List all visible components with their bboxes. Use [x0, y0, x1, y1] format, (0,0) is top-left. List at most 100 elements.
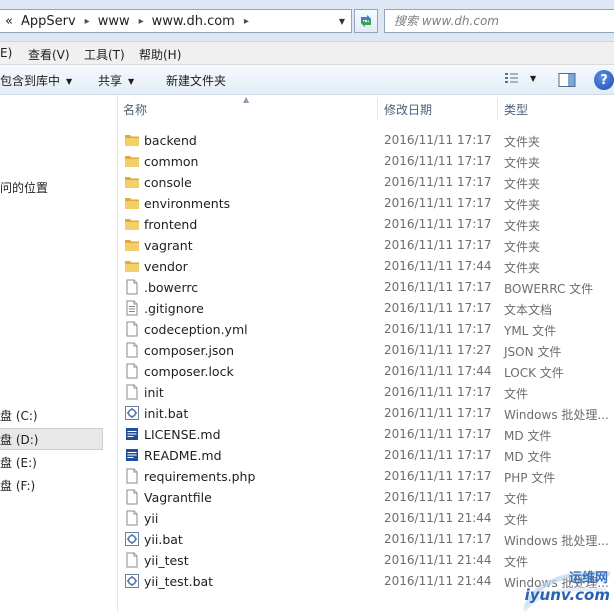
navigation-pane: 问的位置 盘 (C:) 盘 (D:) 盘 (E:) 盘 (F:) [0, 95, 118, 612]
markdown-file-icon [124, 447, 140, 463]
crumb-www[interactable]: www [98, 14, 130, 29]
file-modified-date: 2016/11/11 17:17 [384, 196, 492, 210]
file-modified-date: 2016/11/11 17:17 [384, 385, 492, 399]
include-in-library-label: 包含到库中 [0, 74, 61, 88]
refresh-button[interactable] [354, 9, 378, 33]
file-row[interactable]: README.md 2016/11/11 17:17 MD 文件 [118, 445, 614, 466]
file-row[interactable]: Vagrantfile 2016/11/11 17:17 文件 [118, 487, 614, 508]
watermark-line1: 运维网 [568, 571, 608, 586]
nav-recent-places[interactable]: 问的位置 [0, 176, 103, 198]
crumb-separator-icon[interactable]: ▸ [244, 16, 249, 27]
file-row[interactable]: yii.bat 2016/11/11 17:17 Windows 批处理... [118, 529, 614, 550]
file-modified-date: 2016/11/11 17:17 [384, 427, 492, 441]
folder-icon [124, 132, 140, 148]
column-header-type[interactable]: 类型 [504, 95, 528, 123]
nav-drive-f[interactable]: 盘 (F:) [0, 474, 103, 496]
file-row[interactable]: composer.json 2016/11/11 17:27 JSON 文件 [118, 340, 614, 361]
file-row[interactable]: init 2016/11/11 17:17 文件 [118, 382, 614, 403]
column-header-date[interactable]: 修改日期 [384, 95, 432, 123]
search-input[interactable] [385, 10, 614, 32]
menu-tools[interactable]: 工具(T) [84, 46, 125, 63]
file-type: MD 文件 [504, 429, 552, 443]
file-modified-date: 2016/11/11 17:17 [384, 406, 492, 420]
overflow-crumb[interactable]: « [5, 14, 13, 29]
file-row[interactable]: common 2016/11/11 17:17 文件夹 [118, 151, 614, 172]
file-type: MD 文件 [504, 450, 552, 464]
file-name: yii_test.bat [144, 574, 214, 589]
file-name: environments [144, 196, 231, 211]
nav-drive-e[interactable]: 盘 (E:) [0, 451, 103, 473]
file-row[interactable]: requirements.php 2016/11/11 17:17 PHP 文件 [118, 466, 614, 487]
crumb-appserv[interactable]: AppServ [21, 14, 76, 29]
file-name: init [144, 385, 164, 400]
crumb-separator-icon[interactable]: ▸ [85, 16, 90, 27]
file-name: .gitignore [144, 301, 204, 316]
folder-icon [124, 153, 140, 169]
file-name: README.md [144, 448, 222, 463]
help-icon: ? [600, 72, 608, 88]
file-row[interactable]: frontend 2016/11/11 17:17 文件夹 [118, 214, 614, 235]
menu-help[interactable]: 帮助(H) [139, 46, 181, 63]
share-label: 共享 [98, 74, 123, 88]
file-row[interactable]: yii 2016/11/11 21:44 文件 [118, 508, 614, 529]
file-type: 文件夹 [504, 261, 541, 275]
file-type: Windows 批处理... [504, 534, 609, 548]
file-modified-date: 2016/11/11 17:27 [384, 343, 492, 357]
file-name: frontend [144, 217, 198, 232]
share-button[interactable]: 共享 ▼ [98, 72, 134, 89]
file-row[interactable]: vagrant 2016/11/11 17:17 文件夹 [118, 235, 614, 256]
change-view-button[interactable]: ▼ [504, 72, 536, 86]
file-name: composer.json [144, 343, 235, 358]
file-row[interactable]: composer.lock 2016/11/11 17:44 LOCK 文件 [118, 361, 614, 382]
search-box[interactable] [384, 9, 614, 33]
nav-item-label: 盘 (C:) [0, 408, 38, 423]
column-divider[interactable] [377, 98, 378, 120]
file-type: 文件夹 [504, 198, 541, 212]
file-row[interactable]: LICENSE.md 2016/11/11 17:17 MD 文件 [118, 424, 614, 445]
file-modified-date: 2016/11/11 17:17 [384, 133, 492, 147]
file-name: backend [144, 133, 197, 148]
file-name: codeception.yml [144, 322, 248, 337]
batch-file-icon [124, 531, 140, 547]
address-bar[interactable]: « AppServ ▸ www ▸ www.dh.com ▸ ▼ [0, 9, 352, 33]
file-type: 文件 [504, 492, 529, 506]
include-in-library-button[interactable]: 包含到库中 ▼ [0, 72, 72, 89]
file-name: vendor [144, 259, 188, 274]
column-header-name[interactable]: 名称 [123, 95, 147, 123]
address-dropdown-icon[interactable]: ▼ [333, 10, 351, 32]
file-icon [124, 321, 140, 337]
sort-ascending-icon: ▲ [243, 95, 250, 104]
file-row[interactable]: codeception.yml 2016/11/11 17:17 YML 文件 [118, 319, 614, 340]
file-type: 文件夹 [504, 135, 541, 149]
file-modified-date: 2016/11/11 17:17 [384, 301, 492, 315]
file-row[interactable]: backend 2016/11/11 17:17 文件夹 [118, 130, 614, 151]
file-icon [124, 342, 140, 358]
file-row[interactable]: console 2016/11/11 17:17 文件夹 [118, 172, 614, 193]
file-row[interactable]: .bowerrc 2016/11/11 17:17 BOWERRC 文件 [118, 277, 614, 298]
file-type: 文件夹 [504, 240, 541, 254]
new-folder-button[interactable]: 新建文件夹 [166, 72, 226, 89]
file-modified-date: 2016/11/11 17:17 [384, 280, 492, 294]
file-name: LICENSE.md [144, 427, 221, 442]
help-button[interactable]: ? [594, 70, 614, 90]
column-divider[interactable] [497, 98, 498, 120]
crumb-www-dh-com[interactable]: www.dh.com [152, 14, 235, 29]
file-type: YML 文件 [504, 324, 557, 338]
file-row[interactable]: vendor 2016/11/11 17:44 文件夹 [118, 256, 614, 277]
file-name: yii [144, 511, 159, 526]
nav-drive-d[interactable]: 盘 (D:) [0, 428, 103, 450]
nav-item-label: 盘 (D:) [0, 432, 39, 447]
menu-view[interactable]: 查看(V) [28, 46, 70, 63]
menu-edit[interactable]: E) [0, 46, 12, 60]
file-modified-date: 2016/11/11 17:17 [384, 532, 492, 546]
file-name: Vagrantfile [144, 490, 212, 505]
file-row[interactable]: init.bat 2016/11/11 17:17 Windows 批处理... [118, 403, 614, 424]
file-name: .bowerrc [144, 280, 199, 295]
file-row[interactable]: environments 2016/11/11 17:17 文件夹 [118, 193, 614, 214]
file-name: yii.bat [144, 532, 183, 547]
file-row[interactable]: .gitignore 2016/11/11 17:17 文本文档 [118, 298, 614, 319]
crumb-separator-icon[interactable]: ▸ [139, 16, 144, 27]
file-name: console [144, 175, 192, 190]
preview-pane-button[interactable] [558, 72, 576, 88]
nav-drive-c[interactable]: 盘 (C:) [0, 404, 103, 426]
